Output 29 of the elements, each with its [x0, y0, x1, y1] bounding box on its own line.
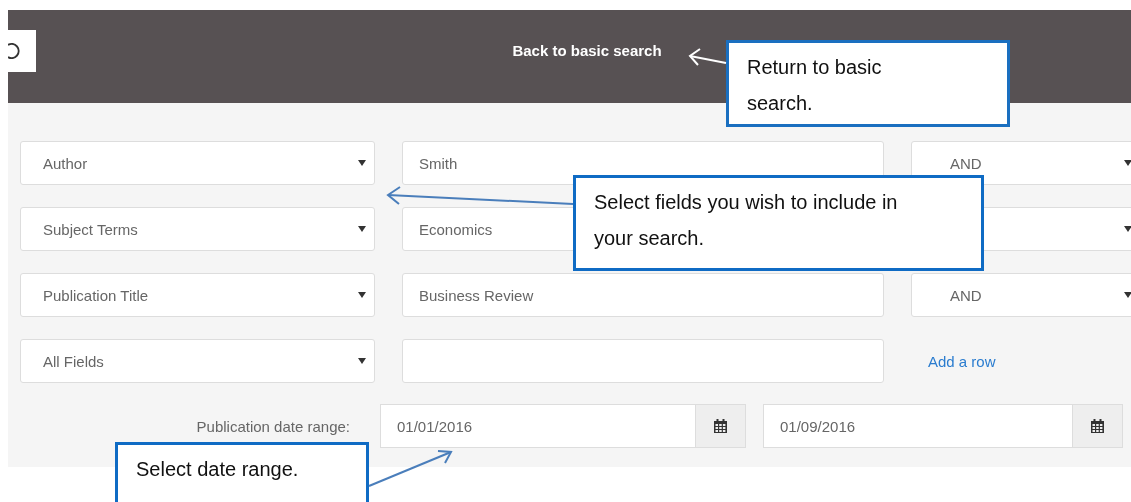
date-field[interactable]: 01/01/2016: [380, 404, 696, 448]
back-link[interactable]: Back to basic search: [512, 42, 662, 103]
field-select[interactable]: Subject Terms: [20, 207, 375, 251]
field-select[interactable]: Author: [20, 141, 375, 185]
caret-icon: [358, 160, 366, 166]
calendar-button[interactable]: [696, 404, 746, 448]
date-range-label: Publication date range:: [195, 417, 351, 435]
calendar-button[interactable]: [1073, 404, 1123, 448]
callout-tooltip: Return to basic search.: [726, 40, 1010, 127]
field-select[interactable]: All Fields: [20, 339, 375, 383]
date-field[interactable]: 01/09/2016: [763, 404, 1073, 448]
calendar-icon: [1091, 419, 1104, 433]
search-term-field[interactable]: Business Review: [402, 273, 884, 317]
caret-icon: [358, 292, 366, 298]
operator-select[interactable]: AND: [911, 273, 1131, 317]
callout-tooltip: Select date range.: [115, 442, 369, 502]
operator-select[interactable]: AND: [911, 141, 1131, 185]
arrow: [688, 48, 727, 66]
callout-tooltip: Select fields you wish to include in your search.: [573, 175, 984, 271]
field-select[interactable]: Publication Title: [20, 273, 375, 317]
calendar-icon: [714, 419, 727, 433]
caret-icon: [1124, 226, 1131, 232]
logo-icon: [8, 30, 36, 72]
caret-icon: [358, 358, 366, 364]
caret-icon: [1124, 292, 1131, 298]
caret-icon: [358, 226, 366, 232]
search-term-field[interactable]: [402, 339, 884, 383]
caret-icon: [1124, 160, 1131, 166]
add-row-link[interactable]: Add a row: [928, 352, 996, 370]
